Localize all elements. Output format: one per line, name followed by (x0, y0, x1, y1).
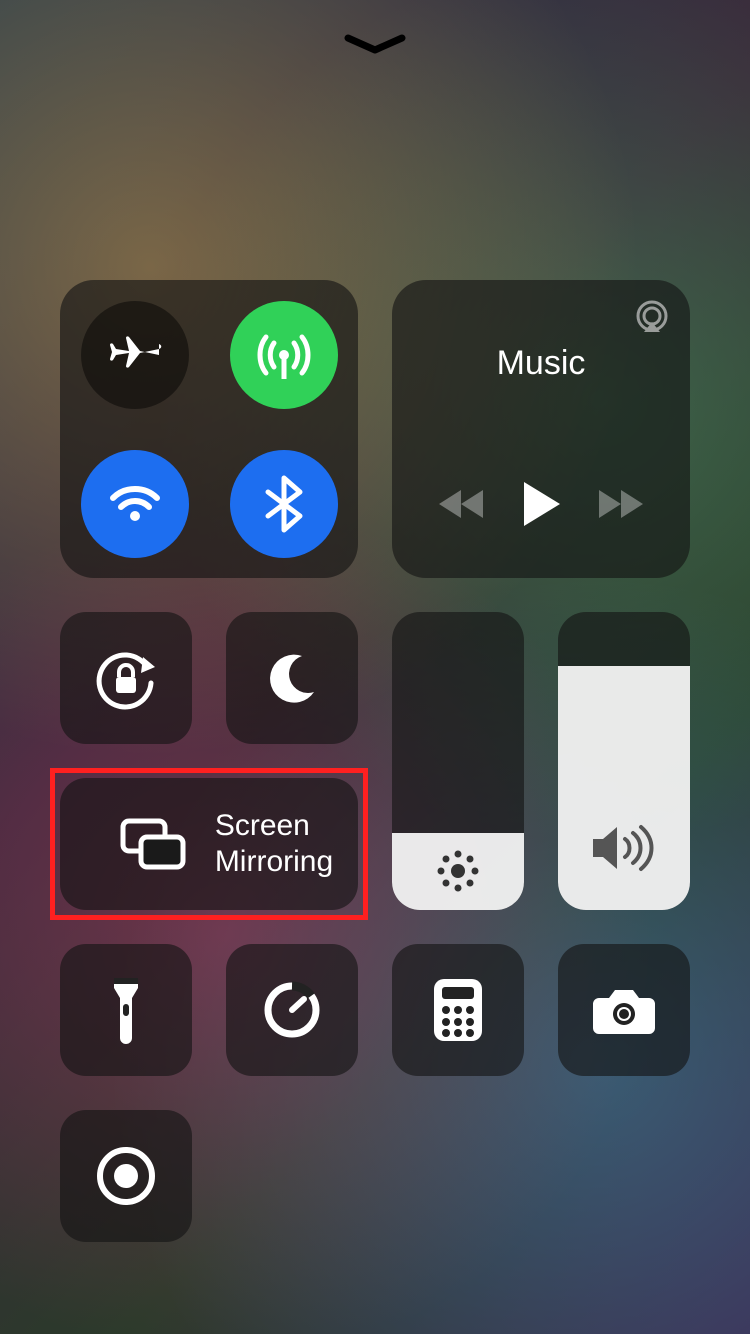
control-center: Music (0, 0, 750, 1334)
camera-icon (591, 984, 657, 1036)
play-button[interactable] (520, 480, 562, 528)
fast-forward-button[interactable] (595, 486, 645, 522)
timer-icon (261, 979, 323, 1041)
calculator-icon (432, 977, 484, 1043)
cellular-data-toggle[interactable] (230, 301, 338, 409)
calculator-button[interactable] (392, 944, 524, 1076)
screen-record-button[interactable] (60, 1110, 192, 1242)
wifi-toggle[interactable] (81, 450, 189, 558)
media-panel[interactable]: Music (392, 280, 690, 578)
airplay-audio-icon (632, 298, 672, 338)
wifi-icon (105, 474, 165, 534)
brightness-icon (432, 845, 484, 897)
bluetooth-toggle[interactable] (230, 450, 338, 558)
orientation-lock-toggle[interactable] (60, 612, 192, 744)
airplane-mode-toggle[interactable] (81, 301, 189, 409)
timer-button[interactable] (226, 944, 358, 1076)
flashlight-icon (106, 974, 146, 1046)
do-not-disturb-toggle[interactable] (226, 612, 358, 744)
brightness-fill (392, 833, 524, 910)
airplane-icon (106, 326, 164, 384)
rewind-button[interactable] (437, 486, 487, 522)
dismiss-chevron[interactable] (344, 34, 406, 56)
media-controls (410, 480, 672, 556)
speaker-icon (589, 821, 659, 875)
connectivity-panel (60, 280, 358, 578)
orientation-lock-icon (91, 643, 161, 713)
cellular-icon (252, 323, 316, 387)
moon-icon (264, 650, 320, 706)
camera-button[interactable] (558, 944, 690, 1076)
volume-slider[interactable] (558, 612, 690, 910)
screen-mirroring-button[interactable]: Screen Mirroring (60, 778, 358, 910)
screen-mirroring-label: Screen Mirroring (215, 808, 333, 880)
volume-fill (558, 666, 690, 910)
flashlight-button[interactable] (60, 944, 192, 1076)
media-title: Music (497, 344, 586, 383)
bluetooth-icon (262, 474, 306, 534)
screen-mirroring-icon (119, 817, 187, 871)
brightness-slider[interactable] (392, 612, 524, 910)
record-icon (95, 1145, 157, 1207)
